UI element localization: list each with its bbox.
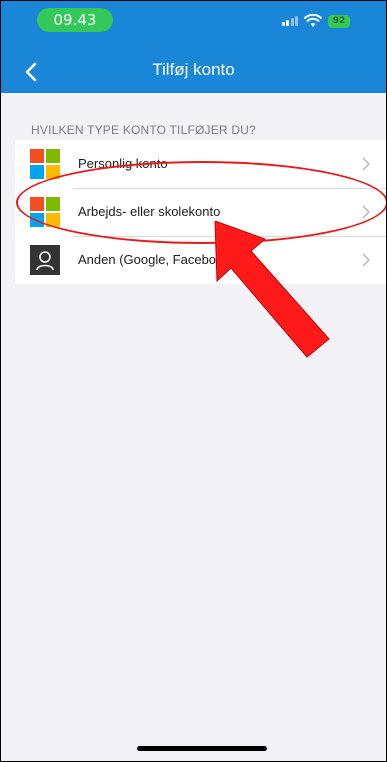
status-time: 09.43 <box>37 8 113 32</box>
battery-icon: 92 <box>328 14 350 28</box>
page-title: Tilføj konto <box>152 60 235 79</box>
annotation-arrow-icon <box>214 221 330 358</box>
home-indicator <box>137 746 267 751</box>
chevron-right-icon <box>362 157 370 171</box>
status-icons: 92 <box>281 13 350 29</box>
microsoft-logo-icon <box>30 149 60 179</box>
wifi-icon <box>304 14 322 27</box>
person-icon <box>30 245 60 275</box>
signal-icon <box>281 16 298 26</box>
app-header: 09.43 92 Tilføj konto <box>1 1 386 93</box>
chevron-right-icon <box>362 253 370 267</box>
phone-screen: 09.43 92 Tilføj konto HVILKEN TYPE KONTO… <box>0 0 387 762</box>
section-header: HVILKEN TYPE KONTO TILFØJER DU? <box>31 123 256 137</box>
